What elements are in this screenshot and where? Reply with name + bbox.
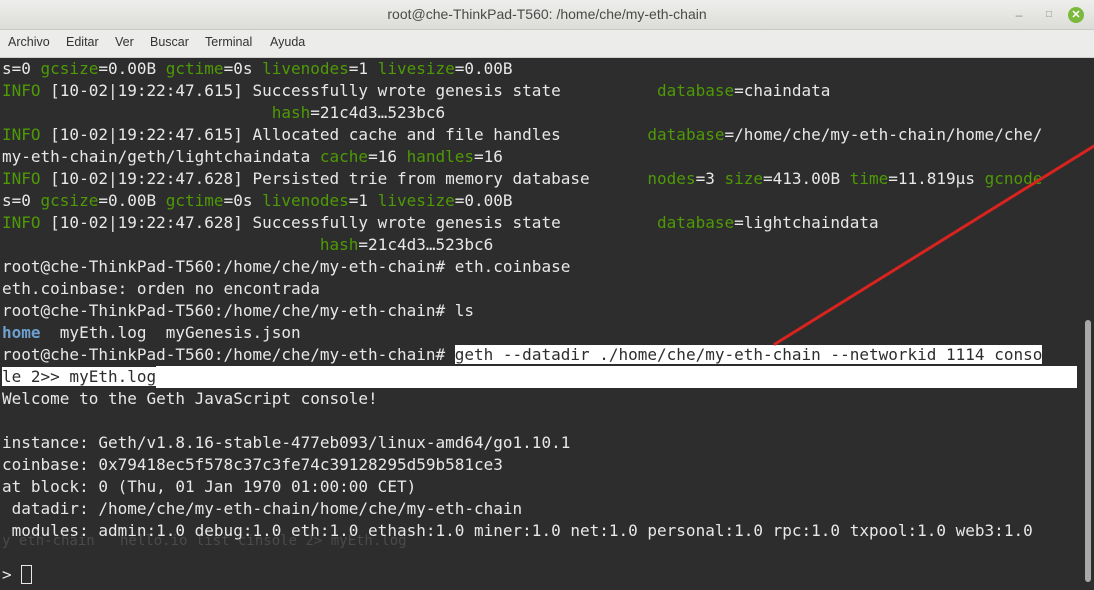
terminal-line: s=0 gcsize=0.00B gctime=0s livenodes=1 l… <box>2 59 513 78</box>
terminal-line: INFO [10-02|19:22:47.615] Successfully w… <box>2 81 831 100</box>
terminal-line: eth.coinbase: orden no encontrada <box>2 279 320 298</box>
console-prompt-line[interactable]: > <box>2 564 33 586</box>
shell-prompt: root@che-ThinkPad-T560:/home/che/my-eth-… <box>2 345 455 364</box>
menu-bar: Archivo Editar Ver Buscar Terminal Ayuda <box>0 30 1094 58</box>
terminal-line: INFO [10-02|19:22:47.615] Allocated cach… <box>2 125 1043 144</box>
terminal-line: hash=21c4d3…523bc6 <box>271 103 446 122</box>
terminal-line: Welcome to the Geth JavaScript console! <box>2 389 378 408</box>
selected-command[interactable]: geth --datadir ./home/che/my-eth-chain -… <box>454 345 1043 364</box>
maximize-icon[interactable]: □ <box>1040 6 1058 24</box>
menu-ayuda[interactable]: Ayuda <box>270 35 305 49</box>
terminal-line: root@che-ThinkPad-T560:/home/che/my-eth-… <box>2 257 571 276</box>
directory-entry: home <box>2 323 41 342</box>
selected-command[interactable]: le 2>> myEth.log <box>2 367 157 386</box>
title-bar: root@che-ThinkPad-T560: /home/che/my-eth… <box>0 0 1094 30</box>
minimize-icon[interactable]: – <box>1010 6 1028 24</box>
terminal-line: INFO [10-02|19:22:47.628] Persisted trie… <box>2 169 1043 188</box>
terminal-line: le 2>> myEth.log​ <box>2 366 1078 388</box>
terminal-line: modules: admin:1.0 debug:1.0 eth:1.0 eth… <box>2 521 1033 540</box>
menu-buscar[interactable]: Buscar <box>150 35 189 49</box>
terminal-line: INFO [10-02|19:22:47.628] Successfully w… <box>2 213 879 232</box>
terminal-line: datadir: /home/che/my-eth-chain/home/che… <box>2 499 523 518</box>
text-cursor <box>21 565 33 584</box>
terminal-line: my-eth-chain/geth/lightchaindata cache=1… <box>2 147 503 166</box>
terminal-line: at block: 0 (Thu, 01 Jan 1970 01:00:00 C… <box>2 477 417 496</box>
terminal-line: s=0 gcsize=0.00B gctime=0s livenodes=1 l… <box>2 191 513 210</box>
scrollbar-thumb[interactable] <box>1085 320 1091 582</box>
console-prompt: > <box>2 565 22 584</box>
menu-archivo[interactable]: Archivo <box>8 35 50 49</box>
close-icon[interactable]: ✕ <box>1068 7 1084 23</box>
terminal-output[interactable]: y eth-chain hello.io list cinsole 2> myE… <box>0 58 1082 590</box>
menu-ver[interactable]: Ver <box>115 35 134 49</box>
terminal-line: hash=21c4d3…523bc6 <box>319 235 494 254</box>
menu-terminal[interactable]: Terminal <box>205 35 252 49</box>
terminal-line: coinbase: 0x79418ec5f578c37c3fe74c391282… <box>2 455 503 474</box>
terminal-line: root@che-ThinkPad-T560:/home/che/my-eth-… <box>2 344 1043 366</box>
window-title: root@che-ThinkPad-T560: /home/che/my-eth… <box>387 6 707 22</box>
menu-editar[interactable]: Editar <box>66 35 99 49</box>
scrollbar[interactable] <box>1082 58 1094 590</box>
terminal-line: instance: Geth/v1.8.16-stable-477eb093/l… <box>2 433 571 452</box>
terminal-line: root@che-ThinkPad-T560:/home/che/my-eth-… <box>2 301 475 320</box>
terminal-line: home myEth.log myGenesis.json <box>2 323 301 342</box>
